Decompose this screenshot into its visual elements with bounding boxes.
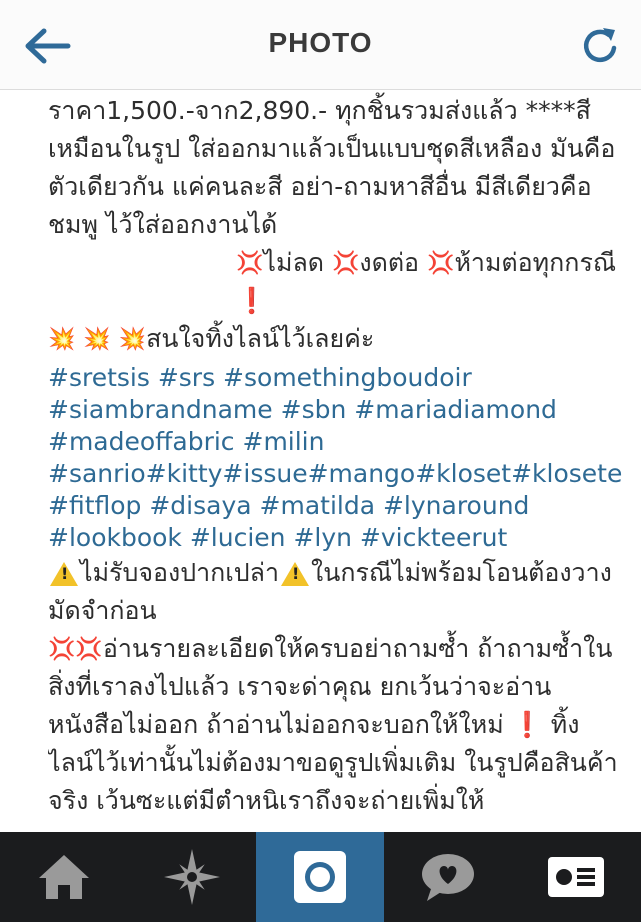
camera-icon	[294, 851, 346, 903]
anger-icon: 💢	[331, 251, 360, 276]
no-reserve-text: ไม่รับจองปากเปล่า	[80, 558, 280, 587]
caption-intro: ราคา1,500.-จาก2,890.- ทุกชิ้นรวมส่งแล้ว …	[48, 96, 616, 239]
tab-home[interactable]	[0, 832, 128, 922]
caption-warning: 💢💢อ่านรายละเอียดให้ครบอย่าถามซ้ำ ถ้าถามซ…	[48, 630, 623, 820]
exclamation-icon: ❗	[236, 286, 268, 315]
rule-no-discount: ไม่ลด	[263, 248, 325, 277]
rule-no-bargain: งดต่อ	[359, 248, 420, 277]
refresh-button[interactable]	[581, 24, 621, 66]
tab-explore[interactable]	[128, 832, 256, 922]
anger-icon: 💢	[236, 251, 264, 276]
anger-icon: 💢	[48, 637, 76, 662]
collision-icon: 💥	[48, 327, 76, 352]
header-bar: PHOTO	[0, 0, 641, 90]
hashtag-list[interactable]: #sretsis #srs #somethingboudoir #siambra…	[48, 362, 623, 554]
contact-text: สนใจทิ้งไลน์ไว้เลยค่ะ	[146, 324, 375, 353]
warning-icon	[50, 562, 78, 586]
caption-contact: 💥 💥 💥สนใจทิ้งไลน์ไว้เลยค่ะ	[48, 320, 623, 358]
tab-activity[interactable]	[384, 832, 512, 922]
tab-profile[interactable]	[512, 832, 640, 922]
anger-icon: 💢	[75, 637, 103, 662]
caption-rules: 💢ไม่ลด 💢งดต่อ 💢ห้ามต่อทุกกรณี ❗	[48, 244, 623, 320]
collision-icon: 💥	[118, 327, 147, 352]
anger-icon: 💢	[427, 251, 455, 276]
profile-icon	[548, 857, 604, 897]
activity-icon	[422, 854, 474, 901]
caption-reserve: ไม่รับจองปากเปล่าในกรณีไม่พร้อมโอนต้องวา…	[48, 554, 623, 630]
home-icon	[39, 855, 89, 899]
explore-icon	[164, 849, 220, 905]
photo-caption: ราคา1,500.-จาก2,890.- ทุกชิ้นรวมส่งแล้ว …	[48, 92, 623, 832]
refresh-icon	[583, 28, 617, 63]
collision-icon: 💥	[83, 327, 111, 352]
exclamation-icon: ❗	[511, 710, 543, 739]
tab-camera[interactable]	[256, 832, 384, 922]
warning-icon	[281, 562, 310, 586]
rule-no-exception: ห้ามต่อทุกกรณี	[454, 248, 617, 277]
tab-bar	[0, 832, 641, 922]
page-title: PHOTO	[268, 27, 373, 58]
